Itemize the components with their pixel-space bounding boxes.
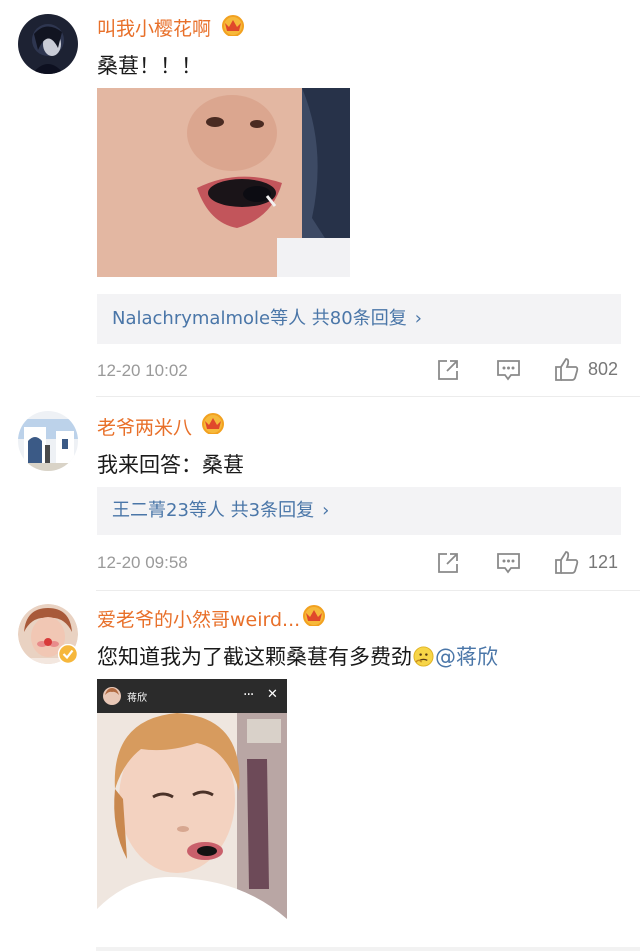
close-icon[interactable]: ✕ [267, 687, 278, 702]
comment-item: 爱老爷的小然哥weird... 您知道我为了截这颗桑葚有多费劲 @蒋欣 蒋欣 ·… [0, 591, 640, 951]
like-count: 802 [588, 358, 619, 379]
avatar[interactable] [18, 411, 78, 471]
share-icon [438, 553, 458, 573]
chevron-right-icon: › [414, 308, 422, 329]
thumbs-up-icon [555, 358, 579, 381]
video-author-name: 蒋欣 [127, 692, 147, 704]
share-button[interactable] [436, 358, 460, 382]
comment-text: 桑葚！！！ [97, 54, 202, 78]
like-count: 121 [588, 551, 619, 572]
username[interactable]: 老爷两米八 [97, 413, 192, 440]
username[interactable]: 叫我小樱花啊 [97, 14, 211, 41]
thinking-emoji-icon [413, 646, 434, 667]
comment-button[interactable] [496, 551, 521, 575]
share-icon [438, 360, 458, 380]
thumbs-up-icon [555, 551, 579, 574]
comment-button[interactable] [496, 358, 521, 382]
comment-item: 叫我小樱花啊 桑葚！！！ Nalachrymalmole等人 共80条回复 › 1… [0, 0, 640, 396]
share-button[interactable] [436, 551, 460, 575]
video-author-avatar [103, 687, 121, 705]
avatar[interactable] [18, 604, 78, 664]
bottom-edge [96, 947, 640, 951]
more-icon[interactable]: ··· [243, 687, 254, 703]
comment-image[interactable] [97, 88, 350, 277]
comment-time: 12-20 09:58 [97, 553, 188, 572]
like-button[interactable]: 121 [554, 549, 618, 575]
vip-crown-icon[interactable] [200, 412, 226, 434]
vip-crown-icon[interactable] [220, 14, 246, 36]
comment-text: 您知道我为了截这颗桑葚有多费劲 @蒋欣 [97, 641, 498, 671]
comment-item: 老爷两米八 我来回答：桑葚 王二菁23等人 共3条回复 › 12-20 09:58… [0, 397, 640, 590]
comment-icon [497, 360, 520, 381]
chevron-right-icon: › [322, 500, 330, 521]
comment-text: 我来回答：桑葚 [97, 453, 244, 477]
mention-link[interactable]: @蒋欣 [435, 645, 498, 669]
reply-summary-text: Nalachrymalmole等人 共80条回复 [112, 308, 407, 329]
verified-badge-icon [58, 644, 78, 664]
video-thumbnail[interactable]: 蒋欣 ··· ✕ [97, 679, 287, 931]
comment-time: 12-20 10:02 [97, 361, 188, 380]
like-button[interactable]: 802 [554, 356, 618, 382]
video-header: 蒋欣 ··· ✕ [97, 679, 287, 713]
reply-summary[interactable]: 王二菁23等人 共3条回复 › [97, 487, 621, 535]
comment-icon [497, 553, 520, 574]
username[interactable]: 爱老爷的小然哥weird... [97, 605, 300, 632]
avatar[interactable] [18, 14, 78, 74]
reply-summary[interactable]: Nalachrymalmole等人 共80条回复 › [97, 294, 621, 344]
comment-text-main: 您知道我为了截这颗桑葚有多费劲 [97, 645, 412, 669]
reply-summary-text: 王二菁23等人 共3条回复 [112, 500, 315, 521]
vip-crown-icon[interactable] [301, 604, 327, 626]
